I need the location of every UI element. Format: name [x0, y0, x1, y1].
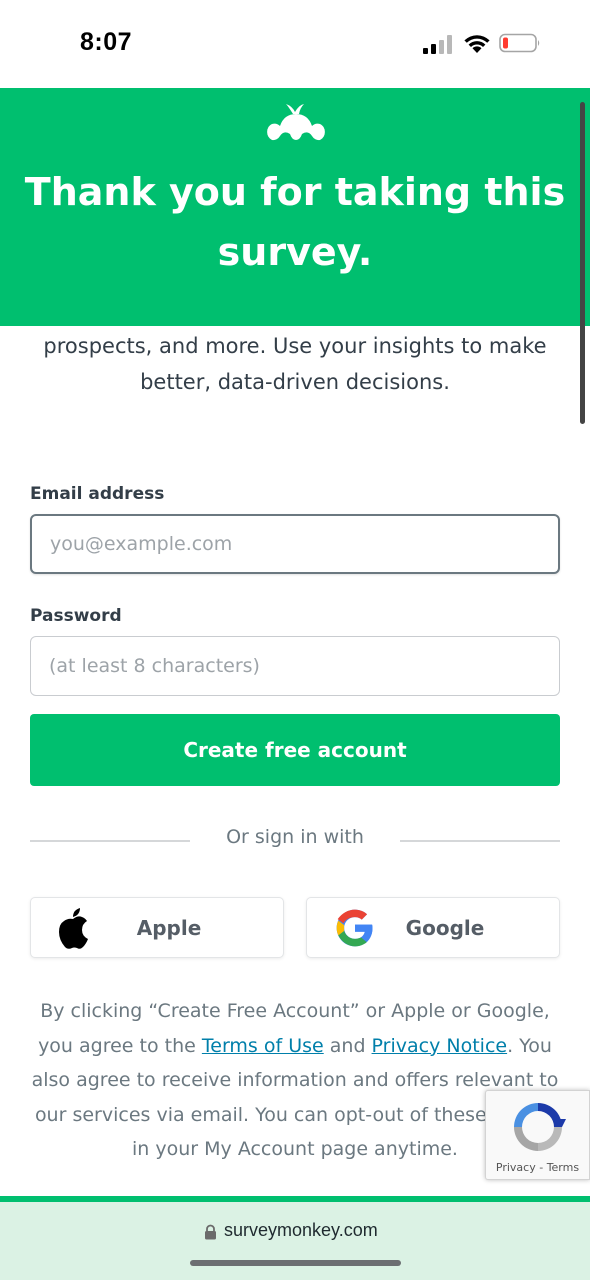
- divider-line-left: [30, 840, 190, 842]
- apple-signin-button[interactable]: Apple: [30, 897, 284, 958]
- apple-signin-label: Apple: [136, 916, 202, 940]
- password-label: Password: [30, 606, 122, 626]
- intro-text: prospects, and more. Use your insights t…: [43, 334, 547, 394]
- google-signin-label: Google: [405, 916, 485, 940]
- divider-line-right: [400, 840, 560, 842]
- google-signin-button[interactable]: Google: [306, 897, 560, 958]
- recaptcha-terms-link[interactable]: Terms: [547, 1161, 579, 1174]
- home-indicator[interactable]: [190, 1260, 401, 1266]
- status-bar: 8:07: [0, 0, 590, 88]
- email-label: Email address: [30, 484, 165, 504]
- wifi-icon: [464, 35, 490, 53]
- lock-icon: [205, 1224, 216, 1240]
- surveymonkey-logo-icon: [267, 104, 325, 141]
- url-text: surveymonkey.com: [224, 1220, 378, 1240]
- recaptcha-separator: -: [535, 1161, 547, 1174]
- recaptcha-icon: [514, 1103, 566, 1151]
- legal-text: By clicking “Create Free Account” or App…: [26, 994, 564, 1167]
- cellular-signal-icon: [423, 34, 455, 54]
- legal-text-part2: and: [323, 1034, 372, 1057]
- scrollbar[interactable]: [580, 102, 585, 424]
- email-field[interactable]: [30, 514, 560, 574]
- browser-url-bar[interactable]: surveymonkey.com: [0, 1202, 590, 1280]
- recaptcha-privacy-link[interactable]: Privacy: [496, 1161, 536, 1174]
- hero-banner: Thank you for taking this survey.: [0, 88, 590, 326]
- terms-of-use-link[interactable]: Terms of Use: [202, 1035, 324, 1057]
- battery-low-icon: [499, 33, 540, 53]
- status-time: 8:07: [80, 28, 133, 56]
- password-field[interactable]: [30, 636, 560, 696]
- recaptcha-links: Privacy - Terms: [486, 1161, 589, 1174]
- create-account-button[interactable]: Create free account: [30, 714, 560, 786]
- page-title: Thank you for taking this survey.: [24, 170, 566, 274]
- recaptcha-badge[interactable]: Privacy - Terms: [485, 1090, 590, 1180]
- divider-text: Or sign in with: [226, 826, 364, 848]
- privacy-notice-link[interactable]: Privacy Notice: [372, 1035, 508, 1057]
